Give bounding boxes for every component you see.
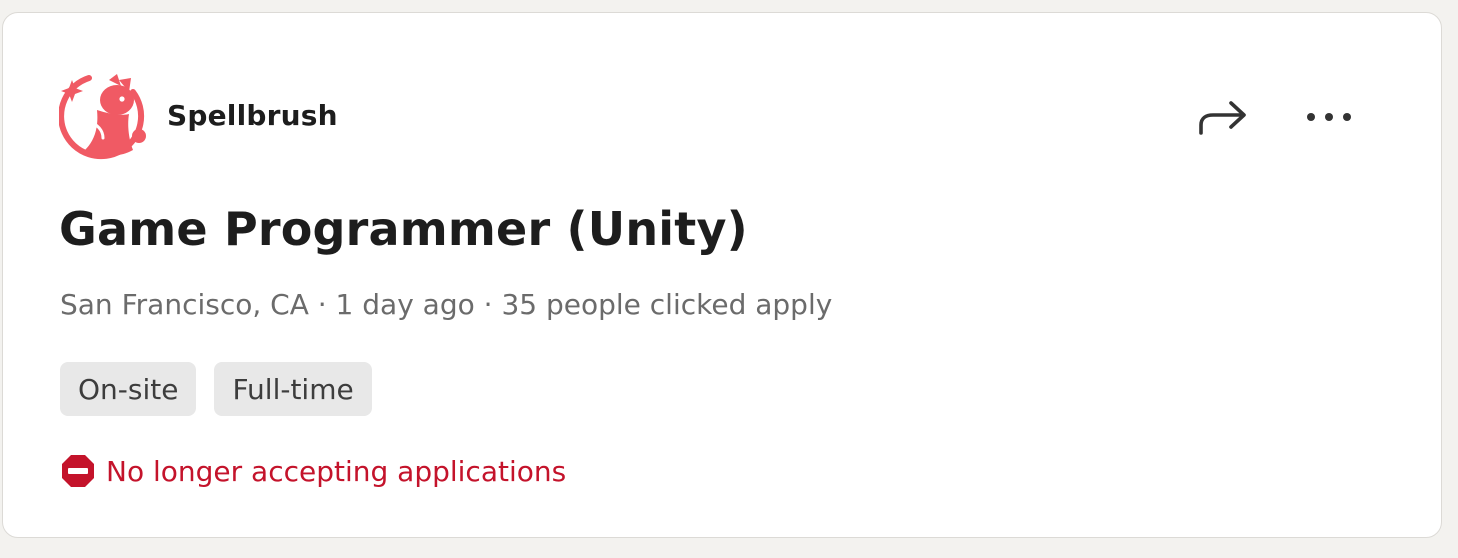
- job-card: Spellbrush Game Programmer (Unity) San F…: [2, 12, 1442, 538]
- more-options-button[interactable]: [1299, 89, 1359, 145]
- job-title[interactable]: Game Programmer (Unity): [59, 193, 748, 265]
- no-entry-icon: [62, 455, 94, 487]
- company-header: Spellbrush: [59, 69, 338, 161]
- tag-workplace: On-site: [60, 362, 197, 416]
- job-tags: On-site Full-time: [60, 362, 390, 416]
- share-button[interactable]: [1193, 89, 1253, 145]
- company-logo-icon[interactable]: [59, 70, 149, 160]
- job-meta: San Francisco, CA · 1 day ago · 35 peopl…: [60, 288, 833, 321]
- status-text: No longer accepting applications: [106, 454, 567, 488]
- application-status: No longer accepting applications: [60, 453, 566, 489]
- card-actions: [1193, 89, 1359, 145]
- company-name[interactable]: Spellbrush: [167, 99, 338, 132]
- tag-employment-type: Full-time: [214, 362, 372, 416]
- share-arrow-icon: [1199, 101, 1246, 135]
- more-horizontal-icon: [1307, 113, 1351, 121]
